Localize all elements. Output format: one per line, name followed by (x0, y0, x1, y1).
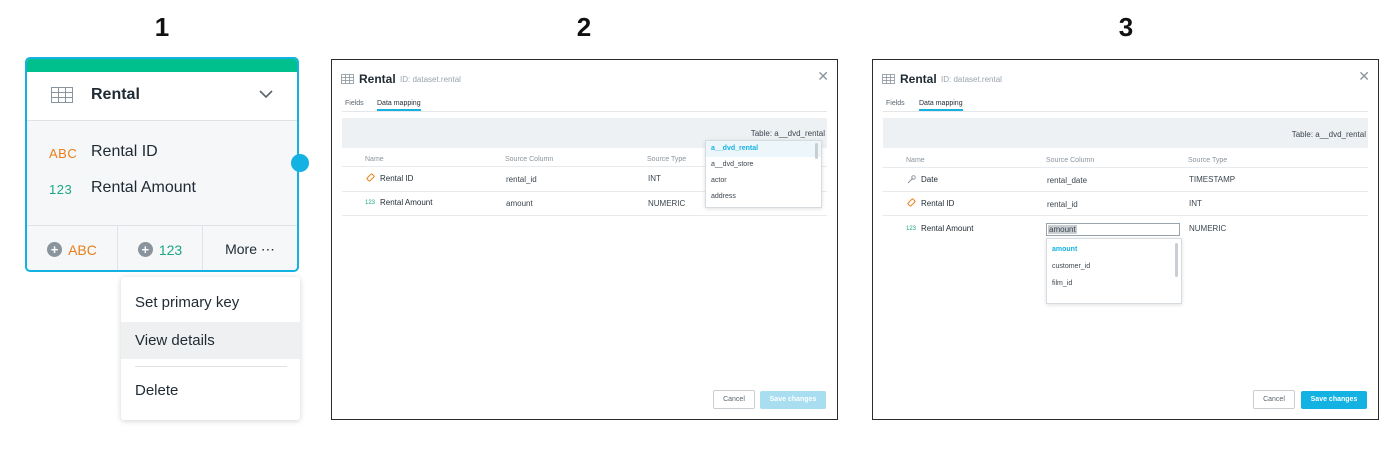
dialog-title: Rental (900, 72, 937, 86)
fact-type-label: 123 (49, 182, 73, 197)
dropdown-option[interactable]: actor (706, 173, 821, 189)
cancel-button[interactable]: Cancel (1253, 390, 1295, 409)
row-source-column[interactable]: rental_id (506, 175, 537, 184)
dialog-id: ID: dataset.rental (400, 75, 461, 84)
dropdown-scrollbar[interactable] (815, 143, 818, 159)
menu-item-view-details[interactable]: View details (121, 322, 300, 359)
column-header-source-type: Source Type (647, 156, 687, 163)
plus-circle-icon: + (47, 242, 63, 257)
source-table-bar: Table: a__dvd_rental (883, 118, 1368, 148)
dataset-card-footer: + ABC + 123 More ⋯ (27, 225, 297, 270)
close-icon[interactable]: ✕ (1358, 68, 1370, 85)
save-changes-button[interactable]: Save changes (1301, 391, 1367, 409)
source-table-label[interactable]: Table: a__dvd_rental (1292, 130, 1366, 139)
tab-fields[interactable]: Fields (345, 100, 364, 107)
close-icon[interactable]: ✕ (817, 68, 829, 85)
column-header-source-type: Source Type (1188, 157, 1228, 164)
dropdown-option[interactable]: amount (1047, 242, 1181, 258)
add-attribute-button[interactable]: + ABC (27, 226, 118, 270)
dropdown-option[interactable]: address (706, 189, 821, 205)
field-row-rental-amount[interactable]: 123 Rental Amount (27, 175, 297, 205)
cancel-button[interactable]: Cancel (713, 390, 755, 409)
table-icon (882, 74, 895, 84)
source-column-input-value: amount (1048, 225, 1077, 234)
plus-circle-icon: + (137, 242, 153, 257)
attribute-type-label: ABC (49, 146, 78, 161)
more-menu: Set primary key View details Delete (121, 277, 300, 420)
row-divider (883, 215, 1368, 216)
column-header-source-column: Source Column (505, 156, 554, 163)
dataset-details-dialog-step2: Rental ID: dataset.rental ✕ Fields Data … (331, 59, 838, 420)
row-source-type: INT (1189, 199, 1202, 208)
dropdown-scrollbar[interactable] (1175, 243, 1178, 277)
tab-data-mapping[interactable]: Data mapping (919, 100, 963, 111)
step-number-2: 2 (576, 12, 592, 42)
row-source-type: NUMERIC (1189, 224, 1227, 233)
save-changes-button[interactable]: Save changes (760, 391, 826, 409)
dataset-details-dialog-step3: Rental ID: dataset.rental ✕ Fields Data … (872, 59, 1379, 420)
dataset-card-title: Rental (91, 86, 140, 103)
table-icon (51, 87, 73, 103)
row-source-column[interactable]: rental_date (1047, 176, 1087, 185)
dropdown-option[interactable]: film_id (1047, 276, 1181, 292)
date-icon (907, 175, 916, 184)
step-number-3: 3 (1118, 12, 1134, 42)
dropdown-option[interactable]: a__dvd_store (706, 157, 821, 173)
row-source-type: NUMERIC (648, 199, 686, 208)
connection-handle[interactable] (291, 154, 309, 172)
source-table-label[interactable]: Table: a__dvd_rental (751, 129, 825, 138)
column-header-name: Name (365, 156, 384, 163)
row-name: Rental Amount (921, 224, 974, 233)
dataset-card-color-bar (27, 59, 297, 72)
table-dropdown[interactable]: a__dvd_rental a__dvd_store actor address (705, 140, 822, 208)
row-source-column[interactable]: amount (506, 199, 533, 208)
dialog-id: ID: dataset.rental (941, 75, 1002, 84)
fact-type-icon: 123 (906, 226, 917, 232)
more-button[interactable]: More ⋯ (203, 226, 297, 270)
source-column-dropdown[interactable]: amount customer_id film_id (1046, 238, 1182, 304)
row-divider (883, 167, 1368, 168)
more-label: More ⋯ (225, 241, 275, 257)
dropdown-option[interactable]: customer_id (1047, 259, 1181, 275)
row-source-type: TIMESTAMP (1189, 175, 1236, 184)
row-source-type: INT (648, 174, 661, 183)
field-name: Rental ID (91, 143, 158, 160)
menu-item-set-primary-key[interactable]: Set primary key (121, 284, 300, 321)
dataset-card[interactable]: Rental ABC Rental ID 123 Rental Amount +… (25, 57, 299, 272)
table-icon (341, 74, 354, 84)
step-number-1: 1 (154, 12, 170, 42)
row-name: Rental ID (921, 199, 955, 208)
add-attribute-label: ABC (68, 241, 97, 258)
row-name: Date (921, 175, 938, 184)
tab-fields[interactable]: Fields (886, 100, 905, 107)
field-name: Rental Amount (91, 179, 196, 196)
tabs-divider (342, 111, 827, 112)
menu-divider (135, 366, 287, 367)
add-fact-button[interactable]: + 123 (118, 226, 203, 270)
column-header-source-column: Source Column (1046, 157, 1095, 164)
dropdown-option[interactable]: a__dvd_rental (706, 141, 821, 157)
source-column-input[interactable]: amount (1046, 223, 1180, 236)
add-fact-label: 123 (158, 241, 183, 258)
row-divider (342, 215, 827, 216)
row-source-column[interactable]: rental_id (1047, 200, 1078, 209)
row-name: Rental Amount (380, 198, 433, 207)
fact-type-icon: 123 (365, 200, 376, 206)
dataset-card-header[interactable]: Rental (27, 72, 297, 121)
dialog-title: Rental (359, 72, 396, 86)
tabs-divider (883, 111, 1368, 112)
menu-item-delete[interactable]: Delete (121, 372, 300, 409)
tab-data-mapping[interactable]: Data mapping (377, 100, 421, 111)
key-icon (907, 198, 916, 207)
row-divider (883, 191, 1368, 192)
row-name: Rental ID (380, 174, 414, 183)
key-icon (366, 173, 375, 182)
chevron-down-icon[interactable] (259, 89, 273, 99)
field-row-rental-id[interactable]: ABC Rental ID (27, 139, 297, 169)
column-header-name: Name (906, 157, 925, 164)
